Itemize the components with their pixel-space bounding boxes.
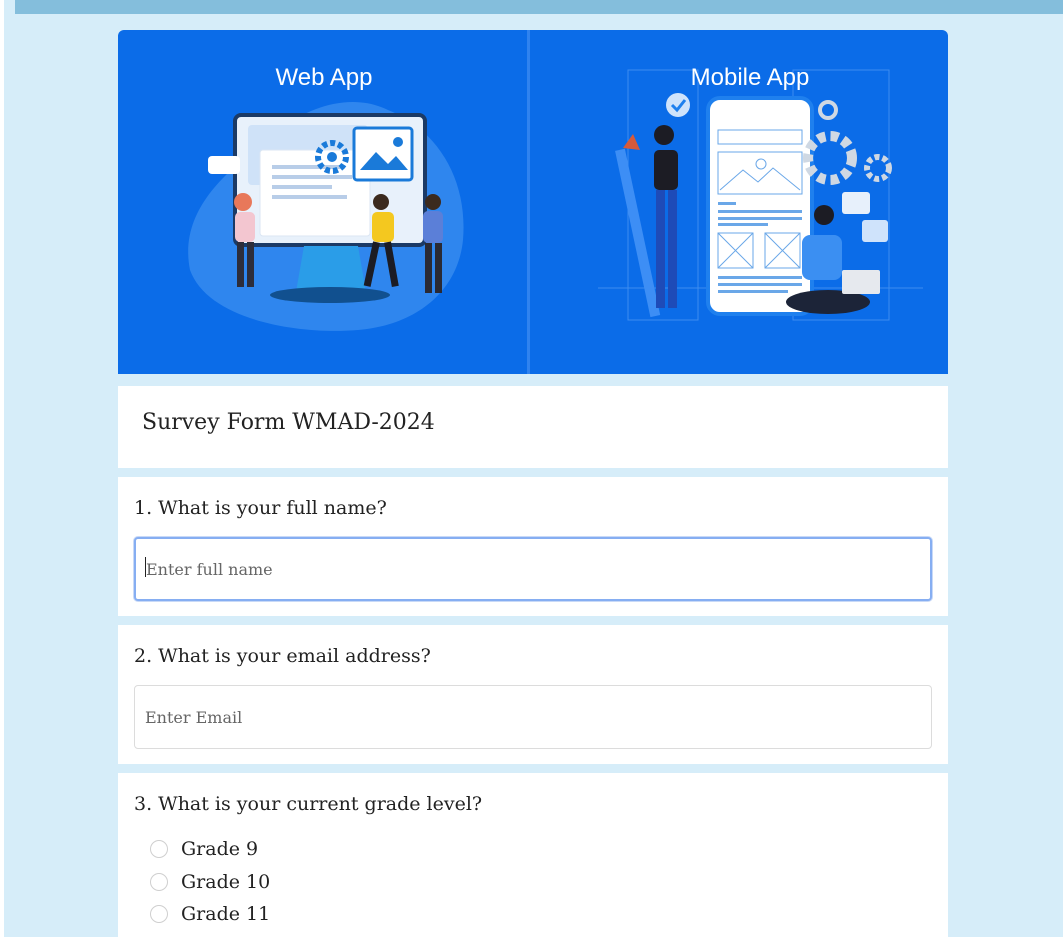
radio-option-grade-11[interactable]: Grade 11 xyxy=(150,901,270,927)
question-card-full-name: 1. What is your full name? xyxy=(118,477,948,616)
question-card-grade-level: 3. What is your current grade level? Gra… xyxy=(118,773,948,937)
radio-option-grade-10[interactable]: Grade 10 xyxy=(150,869,270,895)
radio-button[interactable] xyxy=(150,873,168,891)
full-name-input[interactable] xyxy=(134,537,932,601)
radio-button[interactable] xyxy=(150,905,168,923)
radio-option-grade-9[interactable]: Grade 9 xyxy=(150,836,258,862)
question-label-email: 2. What is your email address? xyxy=(134,645,431,667)
radio-label: Grade 11 xyxy=(181,903,271,925)
radio-label: Grade 10 xyxy=(181,871,271,893)
form-title-card: Survey Form WMAD-2024 xyxy=(118,386,948,468)
mobile-app-illustration-icon xyxy=(598,69,923,321)
radio-label: Grade 9 xyxy=(181,838,259,860)
top-bar xyxy=(15,0,1063,14)
question-label-grade-level: 3. What is your current grade level? xyxy=(134,793,483,815)
text-cursor xyxy=(145,557,146,577)
radio-button[interactable] xyxy=(150,840,168,858)
email-input[interactable] xyxy=(134,685,932,749)
banner-label-web-app: Web App xyxy=(275,64,373,91)
web-app-illustration-icon xyxy=(188,101,464,331)
question-label-full-name: 1. What is your full name? xyxy=(134,497,387,519)
banner-label-mobile-app: Mobile App xyxy=(690,64,810,91)
question-card-email: 2. What is your email address? xyxy=(118,625,948,764)
form-title: Survey Form WMAD-2024 xyxy=(142,410,435,435)
header-banner: Web App Mobile App xyxy=(118,30,948,374)
